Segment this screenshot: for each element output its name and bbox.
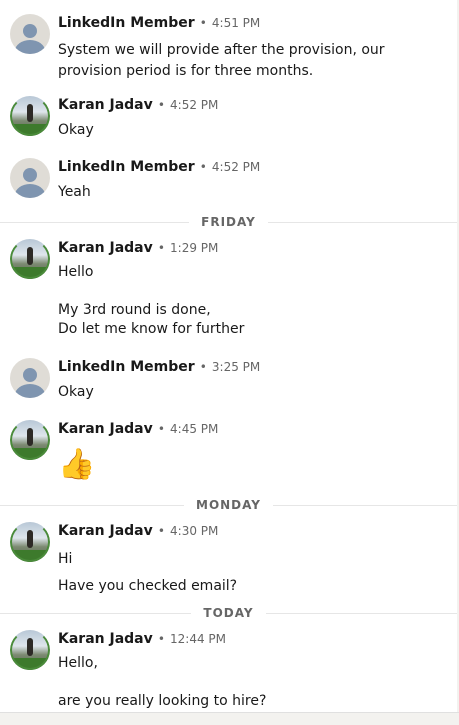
avatar[interactable] xyxy=(10,420,50,460)
message-time: 4:52 PM xyxy=(211,160,261,174)
message-line: My 3rd round is done, xyxy=(58,302,211,318)
message-body: Okay xyxy=(58,120,448,141)
date-divider-label: FRIDAY xyxy=(189,215,268,229)
message-header: Karan Jadav • 4:52 PM xyxy=(58,94,218,113)
message-thread[interactable]: LinkedIn Member • 4:51 PM System we will… xyxy=(0,0,459,712)
date-divider: TODAY xyxy=(0,605,459,621)
message-time: 12:44 PM xyxy=(170,632,227,646)
person-icon xyxy=(23,368,37,382)
message-line: Hello, xyxy=(58,655,98,671)
separator-dot: • xyxy=(199,360,207,374)
message-body: Hello, are you really looking to hire? xyxy=(58,654,448,711)
sender-name[interactable]: LinkedIn Member xyxy=(58,15,195,31)
separator-dot: • xyxy=(157,98,165,112)
message-line: Yeah xyxy=(58,184,91,200)
sender-name[interactable]: Karan Jadav xyxy=(58,421,153,437)
sender-name[interactable]: Karan Jadav xyxy=(58,631,153,647)
avatar[interactable] xyxy=(10,158,50,198)
date-divider: FRIDAY xyxy=(0,214,459,230)
avatar[interactable] xyxy=(10,358,50,398)
sender-name[interactable]: Karan Jadav xyxy=(58,97,153,113)
message-time: 4:30 PM xyxy=(170,524,219,538)
message-time: 3:25 PM xyxy=(211,360,261,374)
message-header: Karan Jadav • 4:45 PM xyxy=(58,418,218,437)
message-header: LinkedIn Member • 3:25 PM xyxy=(58,356,260,375)
separator-dot: • xyxy=(199,160,207,174)
message-header: LinkedIn Member • 4:51 PM xyxy=(58,12,260,31)
message-header: Karan Jadav • 4:30 PM xyxy=(58,520,218,539)
message-line: Do let me know for further xyxy=(58,321,245,337)
separator-dot: • xyxy=(157,241,165,255)
message-time: 1:29 PM xyxy=(170,241,219,255)
sender-name[interactable]: LinkedIn Member xyxy=(58,159,195,175)
message-line: Have you checked email? xyxy=(58,578,238,594)
date-divider-label: TODAY xyxy=(191,606,266,620)
avatar[interactable] xyxy=(10,96,50,136)
avatar[interactable] xyxy=(10,630,50,670)
message-time: 4:51 PM xyxy=(211,16,261,30)
separator-dot: • xyxy=(157,524,165,538)
sender-name[interactable]: Karan Jadav xyxy=(58,240,153,256)
avatar[interactable] xyxy=(10,239,50,279)
thumbs-up-icon: 👍 xyxy=(58,447,96,482)
message-body: Hello My 3rd round is done, Do let me kn… xyxy=(58,263,448,339)
message-header: Karan Jadav • 1:29 PM xyxy=(58,237,218,256)
message-line xyxy=(58,282,448,301)
avatar[interactable] xyxy=(10,14,50,54)
person-icon xyxy=(23,24,37,38)
message-body: System we will provide after the provisi… xyxy=(58,40,448,82)
message-line: Okay xyxy=(58,122,94,138)
message-line: System we will provide after the provisi… xyxy=(58,42,385,58)
message-body: Hi Have you checked email? xyxy=(58,546,448,600)
message-line: Hello xyxy=(58,264,94,280)
composer-edge xyxy=(0,712,459,725)
message-line xyxy=(58,673,448,692)
message-body: Yeah xyxy=(58,182,448,203)
date-divider: MONDAY xyxy=(0,497,459,513)
message-line: Okay xyxy=(58,384,94,400)
message-time: 4:52 PM xyxy=(170,98,219,112)
message-time: 4:45 PM xyxy=(170,422,219,436)
avatar[interactable] xyxy=(10,522,50,562)
message-line: Hi xyxy=(58,551,73,567)
sender-name[interactable]: Karan Jadav xyxy=(58,523,153,539)
separator-dot: • xyxy=(157,422,165,436)
person-icon xyxy=(23,168,37,182)
message-header: Karan Jadav • 12:44 PM xyxy=(58,628,226,647)
message-line: provision period is for three months. xyxy=(58,63,314,79)
sender-name[interactable]: LinkedIn Member xyxy=(58,359,195,375)
separator-dot: • xyxy=(157,632,165,646)
message-line: are you really looking to hire? xyxy=(58,693,267,709)
separator-dot: • xyxy=(199,16,207,30)
message-header: LinkedIn Member • 4:52 PM xyxy=(58,156,260,175)
message-body: Okay xyxy=(58,382,448,403)
date-divider-label: MONDAY xyxy=(184,498,273,512)
